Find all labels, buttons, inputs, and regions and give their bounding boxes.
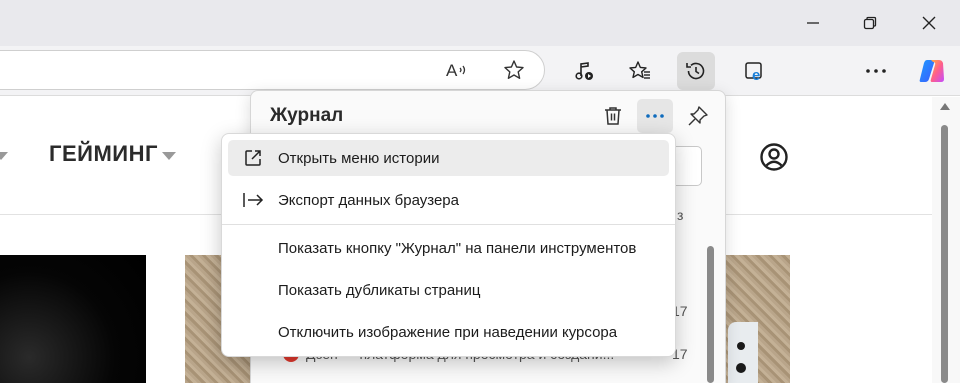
trash-icon xyxy=(605,107,621,125)
media-control-button[interactable] xyxy=(565,52,603,90)
scrollbar-thumb[interactable] xyxy=(941,125,948,383)
favorites-button[interactable] xyxy=(621,52,659,90)
read-aloud-icon: A xyxy=(446,61,466,80)
svg-text:e: e xyxy=(752,67,760,83)
account-button[interactable] xyxy=(759,142,789,177)
read-aloud-button[interactable]: A xyxy=(438,51,476,89)
more-icon xyxy=(866,69,886,73)
menu-item-label: Открыть меню истории xyxy=(278,149,440,167)
favorites-icon xyxy=(629,61,650,79)
pin-icon xyxy=(688,106,708,126)
user-icon xyxy=(760,143,788,171)
restore-button[interactable] xyxy=(847,0,893,46)
history-more-button[interactable] xyxy=(637,99,673,133)
history-partial-text: з xyxy=(677,207,684,223)
media-control-icon xyxy=(575,62,593,80)
article-thumbnail[interactable] xyxy=(0,255,146,383)
export-arrow-icon xyxy=(228,192,278,208)
close-button[interactable] xyxy=(906,0,952,46)
title-bar xyxy=(0,0,960,46)
menu-item-label: Показать кнопку "Журнал" на панели инстр… xyxy=(278,239,637,257)
delete-history-button[interactable] xyxy=(595,99,631,133)
svg-text:A: A xyxy=(446,61,458,80)
history-panel-title: Журнал xyxy=(270,105,344,126)
menu-item-show-history-button[interactable]: Показать кнопку "Журнал" на панели инстр… xyxy=(228,230,669,266)
close-icon xyxy=(922,16,936,30)
history-button[interactable] xyxy=(677,52,715,90)
minimize-icon xyxy=(807,22,819,24)
pin-panel-button[interactable] xyxy=(680,99,716,133)
address-bar[interactable]: A xyxy=(0,50,545,90)
more-options-button[interactable] xyxy=(857,52,895,90)
nav-item-gaming[interactable]: ГЕЙМИНГ xyxy=(49,141,158,167)
article-thumbnail-object xyxy=(728,322,758,383)
history-icon xyxy=(686,62,705,80)
scroll-up-icon[interactable] xyxy=(940,103,950,110)
menu-divider xyxy=(222,224,675,225)
copilot-icon xyxy=(919,60,944,82)
favorite-star-button[interactable] xyxy=(495,51,533,89)
open-in-new-icon xyxy=(228,148,278,168)
chevron-down-icon xyxy=(0,152,8,160)
menu-item-show-duplicates[interactable]: Показать дубликаты страниц xyxy=(228,272,669,308)
restore-icon xyxy=(863,16,877,30)
menu-item-export-browser-data[interactable]: Экспорт данных браузера xyxy=(228,182,669,218)
menu-item-label: Экспорт данных браузера xyxy=(278,191,459,209)
minimize-button[interactable] xyxy=(790,0,836,46)
ie-mode-icon: e xyxy=(745,62,762,83)
ie-mode-button[interactable]: e xyxy=(736,52,774,90)
menu-item-label: Отключить изображение при наведении курс… xyxy=(278,323,618,341)
chevron-down-icon[interactable] xyxy=(162,152,176,160)
favorite-star-icon xyxy=(504,60,524,79)
menu-item-open-history-page[interactable]: Открыть меню истории xyxy=(228,140,669,176)
menu-item-disable-hover-image[interactable]: Отключить изображение при наведении курс… xyxy=(228,314,669,350)
more-icon xyxy=(646,114,664,118)
menu-item-label: Показать дубликаты страниц xyxy=(278,281,481,299)
history-scrollbar-thumb[interactable] xyxy=(707,246,714,383)
copilot-button[interactable] xyxy=(913,52,951,90)
browser-toolbar: A e xyxy=(0,46,960,96)
